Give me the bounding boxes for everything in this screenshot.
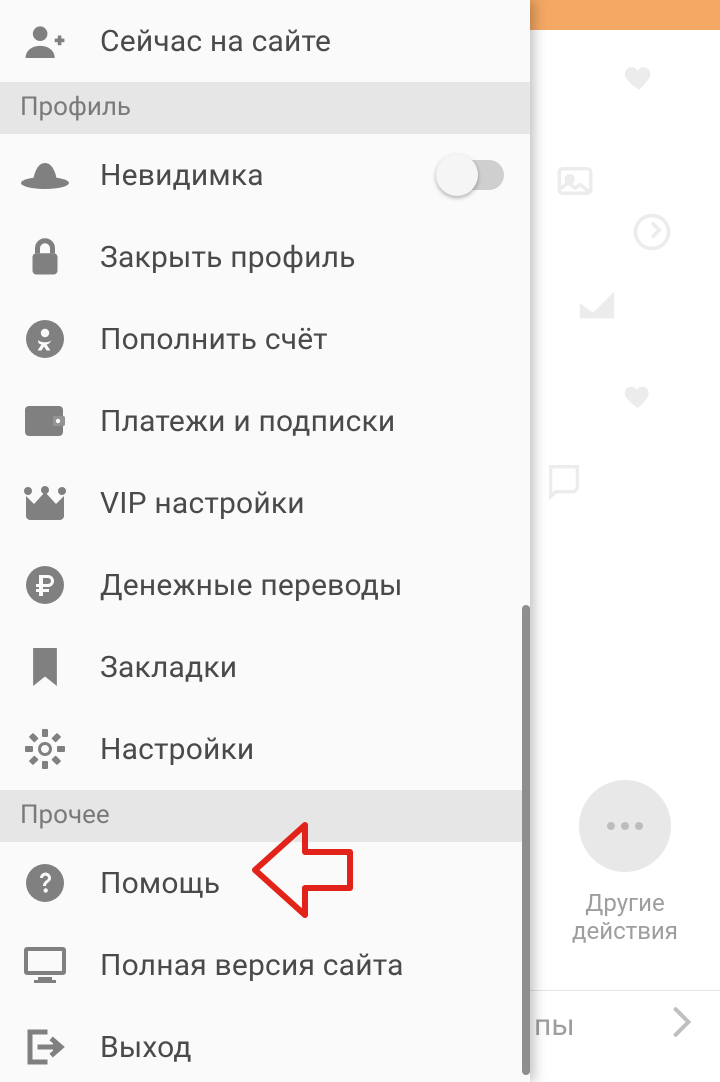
nav-item-online-now[interactable]: Сейчас на сайте [0, 0, 530, 82]
bottom-row-text: пы [530, 1008, 575, 1043]
nav-drawer: Сейчас на сайте Профиль Невидимка [0, 0, 530, 1082]
nav-item-vip[interactable]: VIP настройки [0, 462, 530, 544]
nav-item-label: Выход [100, 1030, 510, 1065]
nav-item-close-profile[interactable]: Закрыть профиль [0, 216, 530, 298]
nav-item-label: Невидимка [100, 158, 438, 193]
nav-item-label: Закрыть профиль [100, 240, 510, 275]
person-add-icon [20, 20, 70, 62]
more-icon [579, 780, 671, 872]
nav-item-full-version[interactable]: Полная версия сайта [0, 924, 530, 1006]
nav-item-label: VIP настройки [100, 486, 510, 521]
toggle-knob [436, 154, 478, 196]
ok-coin-icon [20, 318, 70, 360]
nav-item-settings[interactable]: Настройки [0, 708, 530, 790]
section-header-other: Прочее [0, 790, 530, 842]
nav-item-label: Платежи и подписки [100, 404, 510, 439]
nav-item-label: Настройки [100, 732, 510, 767]
bookmark-icon [20, 646, 70, 688]
other-actions-label: Другие действия [560, 890, 690, 945]
nav-item-label: Денежные переводы [100, 568, 510, 603]
nav-item-help[interactable]: Помощь [0, 842, 530, 924]
invisible-toggle[interactable] [438, 160, 504, 190]
nav-item-topup[interactable]: Пополнить счёт [0, 298, 530, 380]
nav-item-label: Закладки [100, 650, 510, 685]
monitor-icon [20, 944, 70, 986]
bottom-row-fragment[interactable]: пы [530, 990, 720, 1060]
wallet-icon [20, 400, 70, 442]
lock-icon [20, 236, 70, 278]
nav-item-invisible[interactable]: Невидимка [0, 134, 530, 216]
help-icon [20, 862, 70, 904]
nav-item-label: Сейчас на сайте [100, 24, 510, 59]
ruble-coin-icon [20, 564, 70, 606]
crown-icon [20, 482, 70, 524]
nav-item-label: Пополнить счёт [100, 322, 510, 357]
section-header-profile: Профиль [0, 82, 530, 134]
nav-item-payments[interactable]: Платежи и подписки [0, 380, 530, 462]
nav-item-label: Полная версия сайта [100, 948, 510, 983]
nav-item-transfers[interactable]: Денежные переводы [0, 544, 530, 626]
scrollbar-thumb[interactable] [522, 605, 530, 1075]
gear-icon [20, 728, 70, 770]
chevron-right-icon [672, 1006, 692, 1046]
hat-icon [20, 154, 70, 196]
nav-item-label: Помощь [100, 866, 510, 901]
other-actions-card[interactable]: Другие действия [560, 780, 690, 945]
faded-background-icons [530, 30, 720, 470]
nav-item-logout[interactable]: Выход [0, 1006, 530, 1082]
logout-icon [20, 1026, 70, 1068]
nav-item-bookmarks[interactable]: Закладки [0, 626, 530, 708]
